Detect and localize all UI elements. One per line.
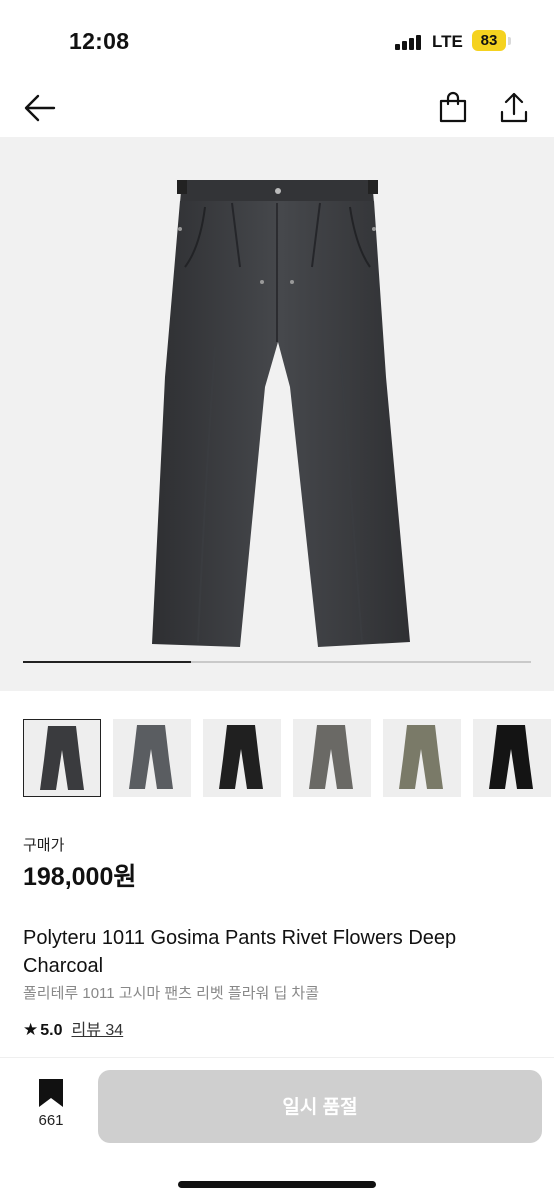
thumbnail-strip — [23, 719, 554, 799]
product-image-carousel[interactable] — [0, 137, 554, 691]
thumbnail-grey[interactable] — [113, 719, 191, 797]
network-type: LTE — [432, 32, 463, 51]
rating-score: 5.0 — [40, 1022, 63, 1039]
product-rating: ★ 5.0 리뷰 34 — [23, 1016, 123, 1040]
back-button[interactable] — [22, 90, 58, 126]
battery-cap — [508, 37, 511, 45]
bookmark-icon — [39, 1079, 63, 1107]
signal-strength-icon — [395, 34, 423, 50]
thumbnail-pants-image — [309, 725, 353, 789]
thumbnail-black[interactable] — [473, 719, 551, 797]
price-label: 구매가 — [23, 837, 65, 854]
share-button[interactable] — [498, 90, 530, 124]
product-title-english: Polyteru 1011 Gosima Pants Rivet Flowers… — [23, 927, 457, 977]
arrow-left-icon — [24, 94, 56, 122]
reviews-link[interactable]: 리뷰 34 — [72, 1022, 124, 1039]
product-image — [152, 180, 410, 647]
bookmark-count: 661 — [38, 1112, 64, 1129]
product-title-korean: 폴리테루 1011 고시마 팬츠 리벳 플라워 딥 차콜 — [23, 985, 320, 1002]
top-nav — [0, 80, 554, 136]
thumbnail-pants-image — [399, 725, 443, 789]
thumbnail-deep-charcoal[interactable] — [23, 719, 101, 797]
thumbnail-warm-grey[interactable] — [293, 719, 371, 797]
sold-out-button[interactable]: 일시 품절 — [98, 1070, 542, 1143]
home-indicator — [178, 1181, 376, 1188]
carousel-progress-fill — [23, 661, 191, 663]
thumbnail-pants-image — [489, 725, 533, 789]
cart-button[interactable] — [437, 90, 469, 124]
thumbnail-pants-image — [219, 725, 263, 789]
thumbnail-pants-image — [129, 725, 173, 789]
thumbnail-pants-image — [40, 726, 84, 790]
thumbnail-olive[interactable] — [383, 719, 461, 797]
carousel-progress-track — [23, 661, 531, 663]
thumbnail-black-washed[interactable] — [203, 719, 281, 797]
bookmark-button[interactable]: 661 — [22, 1078, 80, 1138]
star-icon: ★ — [23, 1020, 39, 1039]
footer-divider — [0, 1057, 554, 1058]
status-bar: 12:08 LTE 83 — [0, 0, 554, 80]
shopping-bag-icon — [439, 91, 467, 123]
product-price: 198,000원 — [23, 863, 137, 891]
share-icon — [500, 92, 528, 123]
status-time: 12:08 — [69, 28, 130, 54]
battery-icon: 83 — [472, 30, 506, 51]
